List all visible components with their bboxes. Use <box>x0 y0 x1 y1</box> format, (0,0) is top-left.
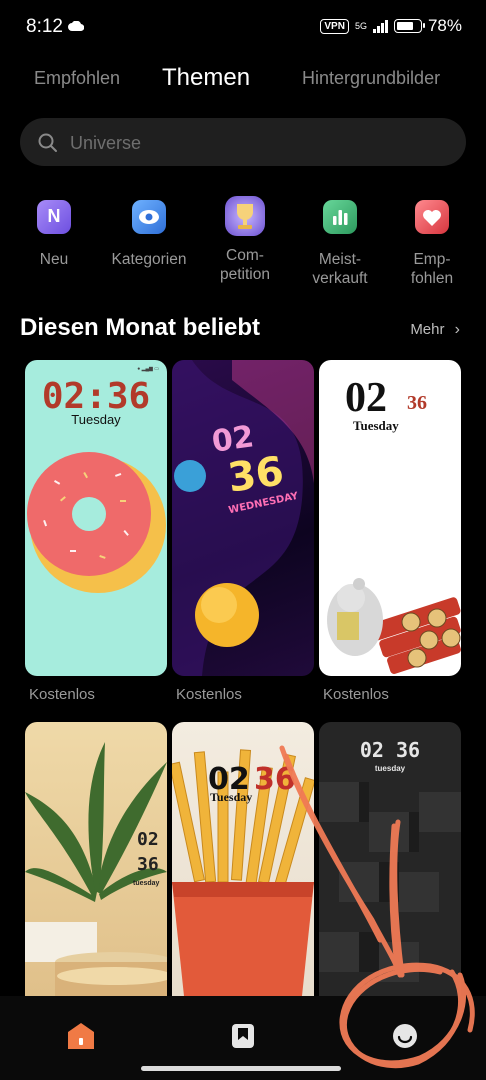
donut-illustration <box>27 452 166 593</box>
planets-illustration <box>172 360 314 676</box>
search-icon <box>38 133 57 152</box>
nav-profile[interactable] <box>387 1018 423 1054</box>
status-icons: VPN 5G 78% <box>320 16 462 36</box>
eye-icon <box>132 200 166 234</box>
section-title: Diesen Monat beliebt <box>20 314 261 341</box>
theme-price: Kostenlos <box>323 686 389 703</box>
home-icon <box>68 1023 94 1049</box>
card-day: tuesday <box>374 764 406 773</box>
card-day: Tuesday <box>210 790 253 804</box>
theme-card-palm[interactable]: 02 36 tuesday <box>25 722 167 996</box>
card-clock: 02 36 <box>359 738 421 762</box>
category-kategorien[interactable]: Kategorien <box>99 192 199 269</box>
chart-icon <box>323 200 357 234</box>
battery-percent: 78% <box>427 16 462 35</box>
heart-icon <box>415 200 449 234</box>
status-bar: 8:12 VPN 5G 78% <box>0 0 486 52</box>
vpn-badge: VPN <box>320 18 349 34</box>
home-indicator[interactable] <box>141 1066 341 1071</box>
tab-themen[interactable]: Themen <box>162 64 250 92</box>
nav-home[interactable] <box>63 1018 99 1054</box>
tab-empfohlen[interactable]: Empfohlen <box>34 68 120 89</box>
category-row: N Neu Kategorien Com- petition Meist- ve… <box>0 192 486 292</box>
nav-bookmarks[interactable] <box>225 1018 261 1054</box>
category-neu[interactable]: N Neu <box>4 192 104 269</box>
dynamite-rat-illustration <box>327 578 461 674</box>
search-input[interactable] <box>68 118 452 168</box>
category-empfohlen[interactable]: Emp- fohlen <box>382 192 482 288</box>
theme-price: Kostenlos <box>29 686 95 703</box>
new-icon: N <box>37 200 71 234</box>
top-tabs: Empfohlen Themen Hintergrundbilder <box>0 62 486 98</box>
bookmark-icon <box>232 1024 254 1048</box>
profile-icon <box>393 1024 417 1048</box>
category-label: Emp- fohlen <box>410 251 454 287</box>
category-label: Meist- verkauft <box>312 251 368 287</box>
card-clock-minute: 36 <box>225 448 287 502</box>
category-competition[interactable]: Com- petition <box>195 192 295 284</box>
card-clock-hour: 02 <box>137 829 159 850</box>
category-label: Com- petition <box>220 247 270 283</box>
battery-icon <box>393 19 425 33</box>
theme-card-fries[interactable]: 02 36 Tuesday <box>172 722 314 996</box>
card-clock-minute: 36 <box>254 762 296 797</box>
card-day: tuesday <box>133 880 160 887</box>
signal-icon <box>372 19 388 33</box>
theme-price: Kostenlos <box>176 686 242 703</box>
cloud-icon <box>68 21 84 31</box>
category-label: Kategorien <box>111 251 187 268</box>
theme-card-donut[interactable]: ● ▂▄▆ ▭ 02:36 Tuesday <box>25 360 167 676</box>
more-link[interactable]: Mehr › <box>410 321 460 339</box>
category-label: Neu <box>39 251 69 268</box>
search-bar[interactable] <box>20 118 466 168</box>
theme-card-cubes[interactable]: 02 36 tuesday <box>319 722 461 996</box>
trophy-icon <box>225 196 265 236</box>
theme-card-rat[interactable]: 02 36 Tuesday <box>319 360 461 676</box>
network-type: 5G <box>354 20 367 31</box>
chevron-right-icon: › <box>454 321 460 338</box>
card-clock-minute: 36 <box>137 854 159 875</box>
more-label: Mehr <box>410 321 445 338</box>
category-meistverkauft[interactable]: Meist- verkauft <box>290 192 390 288</box>
tab-hintergrundbilder[interactable]: Hintergrundbilder <box>302 68 440 89</box>
status-time: 8:12 <box>26 16 63 37</box>
theme-card-planets[interactable]: 02 36 WEDNESDAY <box>172 360 314 676</box>
